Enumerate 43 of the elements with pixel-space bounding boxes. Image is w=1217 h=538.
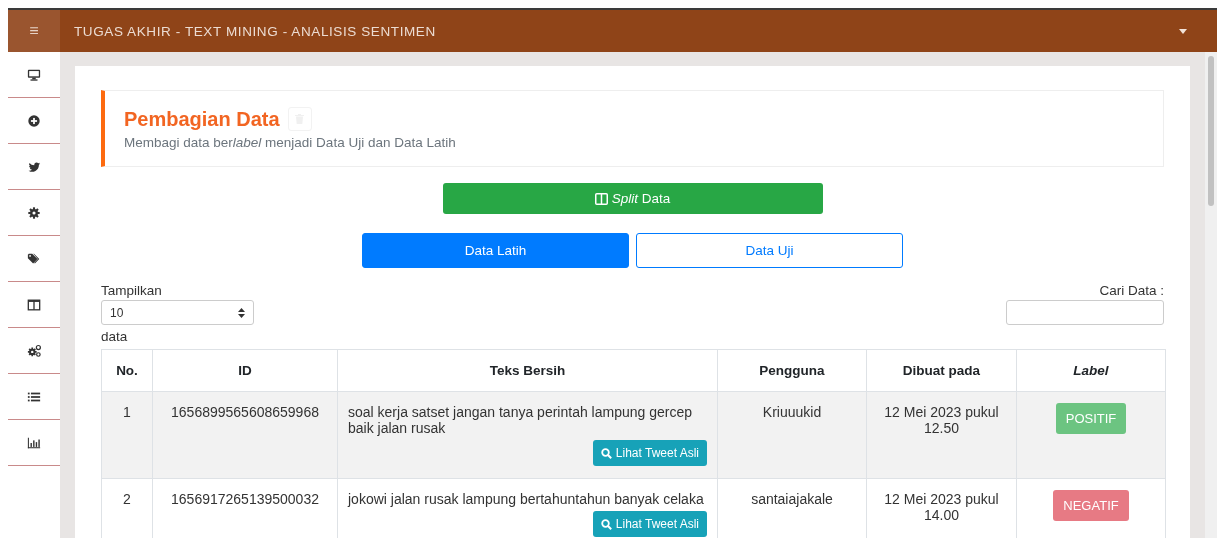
column-header: Dibuat pada: [866, 349, 1017, 392]
gear-icon: [27, 205, 41, 220]
search-icon: [600, 447, 612, 459]
table-cell: 1656899565608659968: [152, 391, 338, 479]
caret-icon[interactable]: [1179, 28, 1187, 34]
column-header: Label: [1016, 349, 1166, 392]
sort-icon: [238, 307, 245, 318]
search-icon: [600, 518, 612, 530]
table-cell: 12 Mei 2023 pukul 12.50: [866, 391, 1017, 479]
columns-icon: [27, 297, 41, 312]
app-title: TUGAS AKHIR - TEXT MINING - ANALISIS SENTIMEN: [74, 23, 437, 39]
table-cell: Kriuuukid: [717, 391, 867, 479]
table-cell: 1: [101, 391, 153, 479]
monitor-icon: [27, 67, 41, 82]
bar-chart-icon: [27, 435, 41, 450]
tab[interactable]: Data Latih: [362, 233, 629, 268]
search-label: Cari Data :: [1099, 283, 1164, 298]
tags-icon: [27, 251, 41, 266]
menu-button[interactable]: ≡: [8, 10, 60, 52]
column-header: ID: [152, 349, 338, 392]
length-label: data: [101, 329, 129, 344]
columns-icon: [594, 192, 608, 205]
sentiment-badge: NEGATIF: [1053, 490, 1129, 521]
column-header: No.: [101, 349, 153, 392]
split-data-button[interactable]: Split Data: [442, 183, 823, 214]
length-label: Tampilkan: [101, 283, 163, 298]
plus-circle-icon: [27, 113, 41, 128]
page-length-select[interactable]: 10: [101, 300, 254, 325]
page-heading: Pembagian Data: [124, 107, 280, 131]
search-field[interactable]: [1006, 300, 1164, 325]
view-tweet-button[interactable]: Lihat Tweet Asli: [592, 440, 707, 466]
gears-icon: [27, 343, 41, 358]
tweet-text: soal kerja satset jangan tanya perintah lampung gercep baik jalan rusak: [348, 404, 693, 436]
tab[interactable]: Data Uji: [636, 233, 903, 268]
sentiment-badge: POSITIF: [1055, 403, 1127, 434]
column-header: Teks Bersih: [337, 349, 718, 392]
bird-icon: [27, 159, 41, 174]
scrollbar[interactable]: [1205, 52, 1217, 538]
table-cell: 2: [101, 478, 153, 538]
column-header: Pengguna: [717, 349, 867, 392]
view-tweet-button[interactable]: Lihat Tweet Asli: [592, 511, 707, 537]
tweet-text: jokowi jalan rusak lampung bertahuntahun banyak celaka: [348, 491, 705, 507]
page-description: Membagi data berlabel menjadi Data Uji dan Data Latih: [124, 135, 457, 150]
